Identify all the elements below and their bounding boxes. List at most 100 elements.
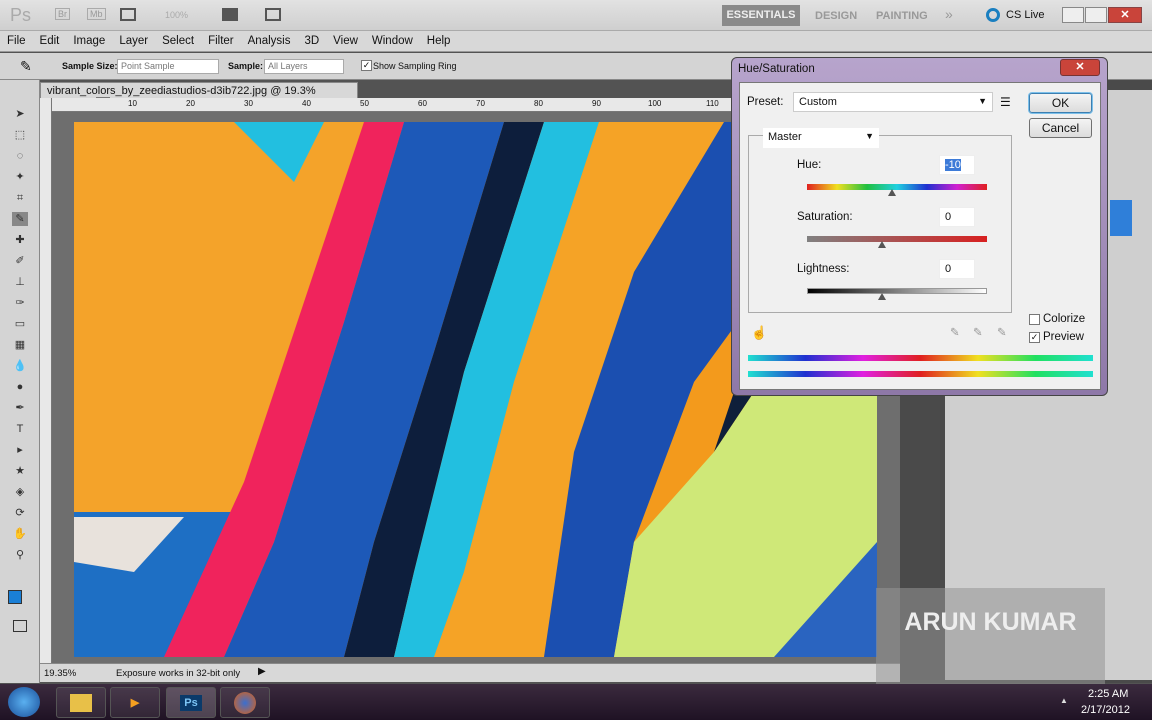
marquee-tool-icon[interactable]: ⬚ — [12, 128, 28, 142]
healing-tool-icon[interactable]: ✚ — [12, 233, 28, 247]
brush-tool-icon[interactable]: ✐ — [12, 254, 28, 268]
channel-value: Master — [768, 131, 802, 143]
hue-slider[interactable] — [807, 184, 987, 190]
view-extras-icon[interactable] — [120, 8, 136, 21]
sample-select[interactable]: All Layers — [264, 59, 344, 74]
dialog-close-icon[interactable]: ✕ — [1060, 59, 1100, 76]
hue-saturation-dialog: Hue/Saturation ✕ Preset: Custom ▼ ☰ OK Ca… — [731, 57, 1108, 396]
screen-mode-icon[interactable] — [265, 8, 281, 21]
menu-view[interactable]: View — [326, 31, 365, 51]
hue-value: -10 — [945, 159, 961, 171]
workspace-essentials[interactable]: ESSENTIALS — [722, 5, 800, 26]
zoom-percentage[interactable]: 19.35% — [44, 668, 76, 679]
3d-rotate-icon[interactable]: ◈ — [12, 485, 28, 499]
quick-select-tool-icon[interactable]: ✦ — [12, 170, 28, 184]
hue-input[interactable]: -10 — [939, 155, 975, 175]
eyedropper-icon[interactable]: ✎ — [950, 325, 960, 339]
lightness-slider[interactable] — [807, 288, 987, 294]
start-button[interactable] — [8, 687, 40, 717]
menu-select[interactable]: Select — [155, 31, 201, 51]
lightness-input[interactable]: 0 — [939, 259, 975, 279]
cs-live-button[interactable]: CS Live — [1006, 9, 1045, 21]
ruler-label: 10 — [128, 99, 137, 108]
ok-button[interactable]: OK — [1029, 93, 1092, 113]
menu-edit[interactable]: Edit — [33, 31, 67, 51]
menu-image[interactable]: Image — [66, 31, 112, 51]
menu-window[interactable]: Window — [365, 31, 420, 51]
type-tool-icon[interactable]: T — [12, 422, 28, 436]
clock-date[interactable]: 2/17/2012 — [1081, 704, 1130, 716]
eyedropper-add-icon[interactable]: ✎ — [973, 325, 983, 339]
adjustment-group: Master ▼ Hue: -10 Saturation: 0 Lightness… — [748, 128, 1012, 313]
menu-file[interactable]: File — [0, 31, 33, 51]
crop-tool-icon[interactable]: ⌗ — [12, 191, 28, 205]
preview-checkbox[interactable]: ✓ — [1029, 332, 1040, 343]
arrange-documents-icon[interactable] — [222, 8, 238, 21]
blur-tool-icon[interactable]: 💧 — [12, 359, 28, 373]
menu-layer[interactable]: Layer — [112, 31, 155, 51]
3d-orbit-icon[interactable]: ⟳ — [12, 506, 28, 520]
targeted-adjustment-hand-icon[interactable]: ☝ — [751, 325, 767, 341]
status-menu-arrow-icon[interactable]: ▶ — [258, 666, 266, 677]
shape-tool-icon[interactable]: ★ — [12, 464, 28, 478]
zoom-tool-icon[interactable]: ⚲ — [12, 548, 28, 562]
saturation-slider[interactable] — [807, 236, 987, 242]
workspace-design[interactable]: DESIGN — [815, 10, 857, 22]
workspace-painting[interactable]: PAINTING — [876, 10, 928, 22]
menu-3d[interactable]: 3D — [297, 31, 326, 51]
cancel-button[interactable]: Cancel — [1029, 118, 1092, 138]
preset-label: Preset: — [747, 96, 784, 108]
minimize-button[interactable] — [1062, 7, 1084, 23]
restore-button[interactable] — [1085, 7, 1107, 23]
colorize-checkbox[interactable] — [1029, 314, 1040, 325]
show-sampling-ring-checkbox[interactable]: ✓ — [361, 60, 372, 71]
menu-filter[interactable]: Filter — [201, 31, 241, 51]
zoom-level-select[interactable]: 100% — [165, 10, 188, 20]
more-workspaces-button[interactable]: » — [945, 6, 953, 22]
history-brush-icon[interactable]: ✑ — [12, 296, 28, 310]
channel-select[interactable]: Master ▼ — [763, 128, 879, 148]
quick-mask-icon[interactable] — [13, 620, 27, 632]
eraser-tool-icon[interactable]: ▭ — [12, 317, 28, 331]
hue-slider-thumb[interactable] — [888, 189, 896, 196]
sample-size-select[interactable]: Point Sample — [117, 59, 219, 74]
hand-tool-icon[interactable]: ✋ — [12, 527, 28, 541]
dodge-tool-icon[interactable]: ● — [12, 380, 28, 394]
saturation-input[interactable]: 0 — [939, 207, 975, 227]
stamp-tool-icon[interactable]: ⊥ — [12, 275, 28, 289]
ruler-label: 110 — [706, 99, 719, 108]
photoshop-taskbar-icon[interactable]: Ps — [166, 687, 216, 718]
clock-time[interactable]: 2:25 AM — [1088, 688, 1128, 700]
preset-select[interactable]: Custom ▼ — [793, 92, 993, 112]
bridge-button[interactable]: Br — [55, 8, 70, 20]
minibridge-button[interactable]: Mb — [87, 8, 106, 20]
ruler-label: 90 — [592, 99, 601, 108]
eyedropper-icon[interactable]: ✎ — [20, 58, 32, 75]
lightness-slider-thumb[interactable] — [878, 293, 886, 300]
move-tool-icon[interactable]: ➤ — [12, 107, 28, 121]
saturation-slider-thumb[interactable] — [878, 241, 886, 248]
foreground-color-swatch[interactable] — [8, 590, 22, 604]
saturation-label: Saturation: — [797, 211, 853, 223]
pen-tool-icon[interactable]: ✒ — [12, 401, 28, 415]
lasso-tool-icon[interactable]: ◌ — [12, 149, 28, 163]
preset-value: Custom — [799, 96, 837, 108]
gradient-tool-icon[interactable]: ▦ — [12, 338, 28, 352]
close-icon[interactable]: ✕ — [1108, 7, 1142, 23]
path-select-icon[interactable]: ▸ — [12, 443, 28, 457]
lightness-label: Lightness: — [797, 263, 850, 275]
menu-help[interactable]: Help — [420, 31, 458, 51]
document-tab[interactable]: vibrant_colors_by_zeediastudios-d3ib722.… — [40, 82, 358, 109]
chevron-down-icon: ▼ — [865, 131, 874, 141]
menu-bar: File Edit Image Layer Select Filter Analysis 3D… — [0, 31, 1152, 52]
selected-layer-row[interactable] — [1110, 200, 1132, 236]
preset-options-icon[interactable]: ☰ — [1000, 95, 1011, 109]
explorer-taskbar-icon[interactable] — [56, 687, 106, 718]
eyedropper-tool-icon[interactable]: ✎ — [12, 212, 28, 226]
firefox-taskbar-icon[interactable] — [220, 687, 270, 718]
eyedropper-subtract-icon[interactable]: ✎ — [997, 325, 1007, 339]
chevron-down-icon: ▼ — [978, 96, 987, 106]
show-hidden-icons[interactable]: ▲ — [1060, 696, 1068, 705]
media-player-taskbar-icon[interactable]: ▶ — [110, 687, 160, 718]
menu-analysis[interactable]: Analysis — [241, 31, 298, 51]
